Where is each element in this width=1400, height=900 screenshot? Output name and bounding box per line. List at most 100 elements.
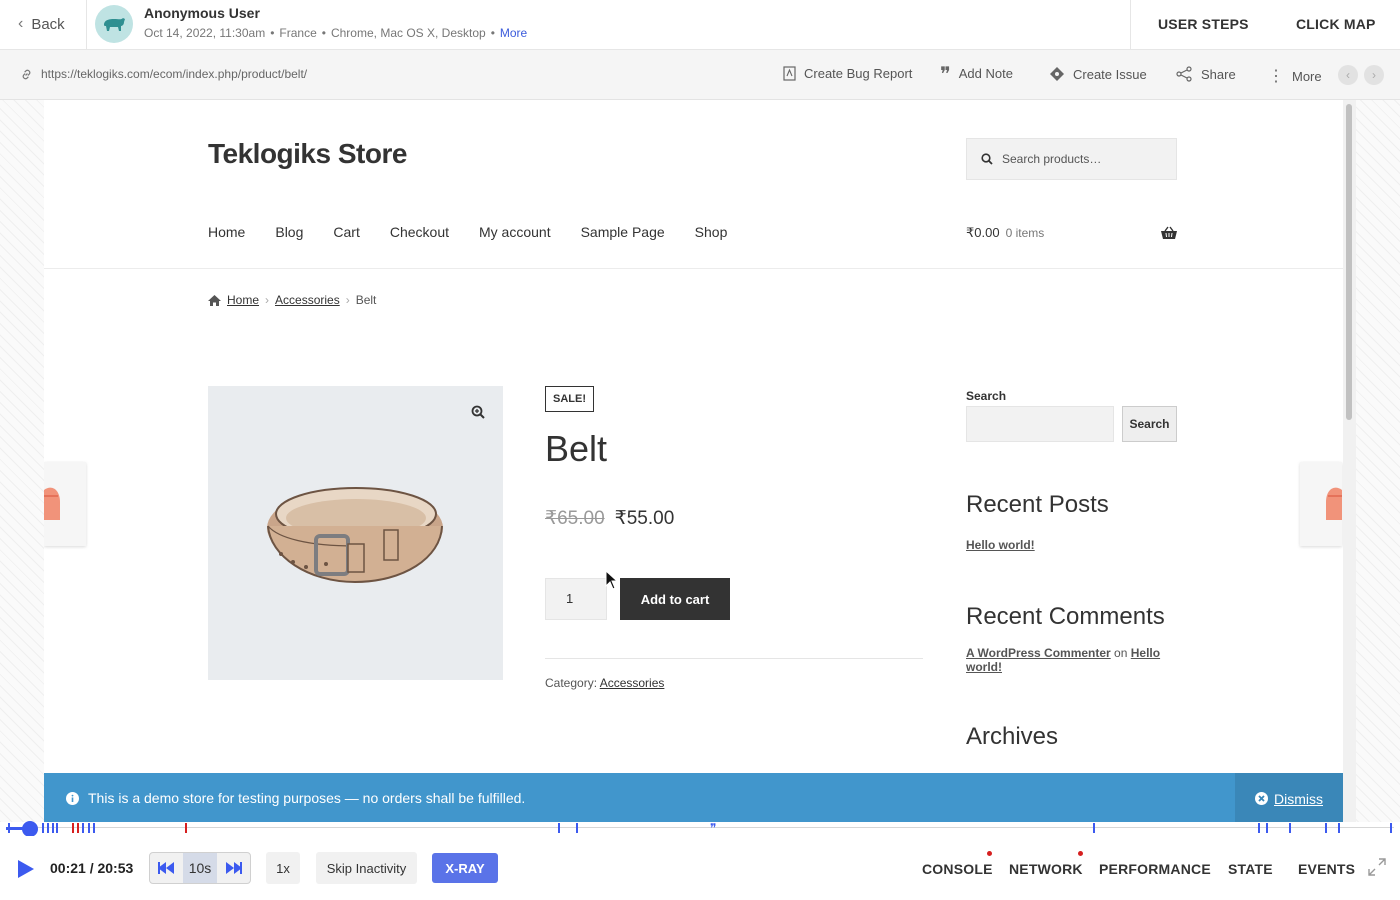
- product-search-input[interactable]: Search products…: [966, 138, 1177, 180]
- note-marker-icon[interactable]: ❞: [710, 821, 716, 835]
- event-marker[interactable]: [42, 823, 44, 833]
- comment-on: on: [1114, 646, 1128, 660]
- divider: [86, 0, 87, 50]
- breadcrumb-home[interactable]: Home: [227, 293, 259, 307]
- link-icon: [22, 69, 31, 79]
- event-marker[interactable]: [1325, 823, 1327, 833]
- event-marker[interactable]: [47, 823, 49, 833]
- xray-button[interactable]: X-RAY: [432, 853, 498, 883]
- event-marker[interactable]: [88, 823, 90, 833]
- add-note-button[interactable]: ❞ Add Note: [940, 64, 1013, 84]
- tab-console[interactable]: CONSOLE: [922, 861, 993, 877]
- product-thumbnail: [1326, 487, 1342, 520]
- scrollbar-thumb[interactable]: [1346, 104, 1352, 420]
- event-marker[interactable]: [56, 823, 58, 833]
- recent-post-link[interactable]: Hello world!: [966, 538, 1035, 552]
- previous-product-tab[interactable]: [44, 462, 86, 546]
- replay-scrollbar[interactable]: [1343, 100, 1356, 822]
- site-title[interactable]: Teklogiks Store: [208, 138, 407, 170]
- skip-inactivity-toggle[interactable]: Skip Inactivity: [316, 852, 417, 884]
- event-marker[interactable]: [1289, 823, 1291, 833]
- timeline-track: [6, 827, 1394, 828]
- error-marker[interactable]: [72, 823, 74, 833]
- console-error-dot: [987, 851, 992, 856]
- event-marker[interactable]: [1258, 823, 1260, 833]
- error-marker[interactable]: [77, 823, 79, 833]
- menu-item-blog[interactable]: Blog: [275, 224, 303, 240]
- category-link[interactable]: Accessories: [600, 676, 665, 690]
- previous-session-button[interactable]: ‹: [1338, 65, 1358, 85]
- tab-user-steps[interactable]: USER STEPS: [1158, 16, 1249, 32]
- close-circle-icon: [1255, 792, 1268, 805]
- back-button[interactable]: ‹ Back: [18, 15, 65, 33]
- breadcrumb-separator: ›: [345, 293, 350, 307]
- playback-timeline[interactable]: ❞: [0, 821, 1400, 837]
- product-image[interactable]: [208, 386, 503, 680]
- error-marker[interactable]: [185, 823, 187, 833]
- menu-item-my-account[interactable]: My account: [479, 224, 551, 240]
- event-marker[interactable]: [52, 823, 54, 833]
- create-bug-report-button[interactable]: Create Bug Report: [783, 66, 912, 81]
- user-name: Anonymous User: [144, 5, 260, 21]
- tab-performance[interactable]: PERFORMANCE: [1099, 861, 1211, 877]
- next-session-button[interactable]: ›: [1364, 65, 1384, 85]
- sidebar-search-button[interactable]: Search: [1122, 406, 1177, 442]
- event-marker[interactable]: [576, 823, 578, 833]
- chevron-right-icon: ›: [1372, 68, 1376, 82]
- event-marker[interactable]: [558, 823, 560, 833]
- fast-forward-icon: [226, 862, 243, 874]
- add-note-label: Add Note: [958, 66, 1013, 81]
- header-divider: [44, 268, 1343, 269]
- event-marker[interactable]: [8, 823, 10, 833]
- event-marker[interactable]: [93, 823, 95, 833]
- tab-click-map[interactable]: CLICK MAP: [1296, 16, 1376, 32]
- diamond-icon: [1050, 67, 1064, 81]
- more-label: More: [1292, 68, 1322, 84]
- tab-network[interactable]: NETWORK: [1009, 861, 1083, 877]
- add-to-cart-button[interactable]: Add to cart: [620, 578, 730, 620]
- product-category: Category: Accessories: [545, 676, 664, 690]
- next-product-tab[interactable]: [1300, 462, 1342, 546]
- dismiss-button[interactable]: Dismiss: [1235, 773, 1343, 822]
- share-button[interactable]: Share: [1175, 66, 1236, 82]
- tab-state[interactable]: STATE: [1228, 861, 1273, 877]
- tab-events[interactable]: EVENTS: [1298, 861, 1355, 877]
- forward-button[interactable]: [217, 853, 250, 883]
- recent-comment: A WordPress Commenter on Hello world!: [966, 646, 1166, 674]
- url-text: https://teklogiks.com/ecom/index.php/pro…: [41, 67, 308, 81]
- event-marker[interactable]: [1266, 823, 1268, 833]
- more-link[interactable]: More: [500, 26, 527, 40]
- sidebar-search-input[interactable]: [966, 406, 1114, 442]
- mini-cart[interactable]: ₹0.00 0 items: [966, 225, 1178, 241]
- breadcrumb-accessories[interactable]: Accessories: [275, 293, 340, 307]
- playback-speed-button[interactable]: 1x: [266, 852, 300, 884]
- timeline-scrubber[interactable]: [22, 821, 38, 837]
- zoom-icon[interactable]: [471, 405, 485, 422]
- menu-item-home[interactable]: Home: [208, 224, 245, 240]
- play-button[interactable]: [16, 859, 36, 884]
- chevron-left-icon: ‹: [18, 15, 24, 32]
- event-marker[interactable]: [1093, 823, 1095, 833]
- belt-image: [267, 487, 443, 584]
- create-issue-button[interactable]: Create Issue: [1049, 66, 1147, 82]
- rewind-button[interactable]: [150, 853, 183, 883]
- event-marker[interactable]: [1338, 823, 1340, 833]
- quantity-input[interactable]: 1: [545, 578, 607, 620]
- comment-author-link[interactable]: A WordPress Commenter: [966, 646, 1111, 660]
- menu-item-checkout[interactable]: Checkout: [390, 224, 449, 240]
- more-button[interactable]: ⋮ More: [1268, 66, 1322, 86]
- search-icon: [981, 153, 993, 165]
- event-marker[interactable]: [82, 823, 84, 833]
- fullscreen-button[interactable]: [1368, 858, 1386, 881]
- menu-item-cart[interactable]: Cart: [333, 224, 359, 240]
- category-label: Category:: [545, 676, 598, 690]
- session-country: France: [279, 26, 317, 40]
- event-marker[interactable]: [1390, 823, 1392, 833]
- avatar: [95, 5, 133, 43]
- menu-item-sample-page[interactable]: Sample Page: [581, 224, 665, 240]
- back-label: Back: [31, 15, 65, 33]
- skip-interval[interactable]: 10s: [183, 853, 217, 883]
- home-icon: [208, 294, 221, 306]
- menu-item-shop[interactable]: Shop: [695, 224, 728, 240]
- product-price: ₹65.00 ₹55.00: [545, 507, 674, 530]
